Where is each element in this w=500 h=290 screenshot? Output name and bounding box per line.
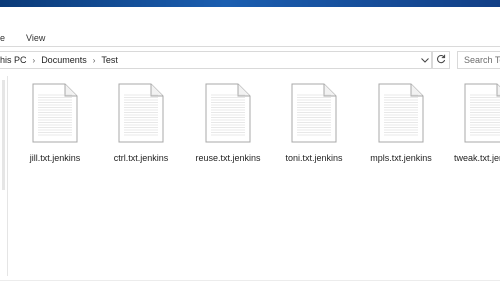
file-name[interactable]: toni.txt.jenkins (279, 153, 349, 164)
file-item[interactable]: ctrl.txt.jenkins (106, 83, 176, 164)
file-name[interactable]: jill.txt.jenkins (20, 153, 90, 164)
document-icon[interactable] (378, 83, 424, 143)
file-item[interactable]: jill.txt.jenkins (20, 83, 90, 164)
ribbon-divider (0, 46, 500, 47)
tab-share[interactable]: e (0, 33, 5, 43)
file-item[interactable]: mpls.txt.jenkins (366, 83, 436, 164)
refresh-icon (436, 54, 446, 66)
chevron-right-icon[interactable]: › (33, 56, 36, 65)
status-bar-divider (0, 280, 500, 281)
document-icon[interactable] (32, 83, 78, 143)
tab-view[interactable]: View (26, 33, 45, 43)
breadcrumb-this-pc[interactable]: his PC (0, 55, 27, 65)
window-title-bar (0, 0, 500, 7)
breadcrumb-test[interactable]: Test (101, 55, 118, 65)
file-name[interactable]: mpls.txt.jenkins (366, 153, 436, 164)
file-item[interactable]: reuse.txt.jenkins (193, 83, 263, 164)
search-input[interactable]: Search Te (457, 51, 500, 69)
file-item[interactable]: toni.txt.jenkins (279, 83, 349, 164)
breadcrumb-documents[interactable]: Documents (41, 55, 87, 65)
chevron-down-icon[interactable] (419, 52, 431, 68)
document-icon[interactable] (291, 83, 337, 143)
refresh-button[interactable] (432, 51, 450, 69)
chevron-right-icon[interactable]: › (93, 56, 96, 65)
document-icon[interactable] (118, 83, 164, 143)
address-bar[interactable]: his PC › Documents › Test (0, 51, 432, 69)
document-icon[interactable] (205, 83, 251, 143)
document-icon[interactable] (464, 83, 500, 143)
file-item[interactable]: tweak.txt.jenkins (452, 83, 500, 164)
navigation-pane-scrollbar[interactable] (2, 80, 5, 190)
file-name[interactable]: reuse.txt.jenkins (193, 153, 263, 164)
file-name[interactable]: tweak.txt.jenkins (452, 153, 500, 164)
file-name[interactable]: ctrl.txt.jenkins (106, 153, 176, 164)
